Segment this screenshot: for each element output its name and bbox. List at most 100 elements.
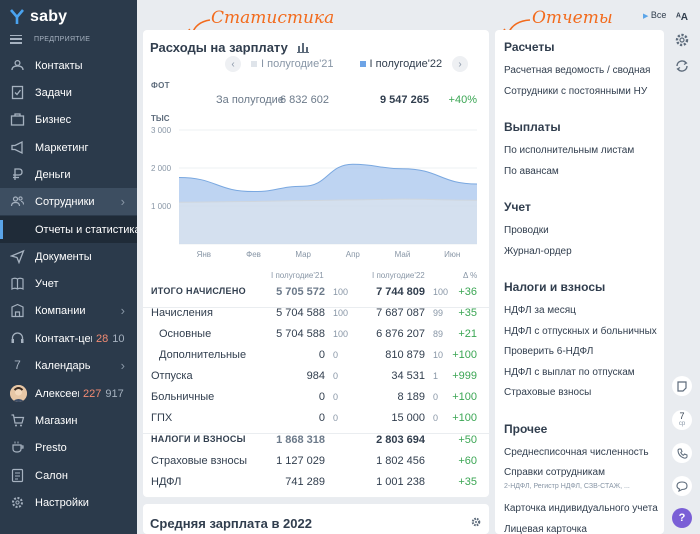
table-row[interactable]: Основные 5 704 588 100 6 876 207 89 +21 <box>143 328 489 348</box>
chat-icon[interactable] <box>672 476 692 496</box>
report-link[interactable]: Журнал-ордер <box>504 246 572 257</box>
row-prev-percent: 100 <box>333 329 349 339</box>
nav-item-megaphone[interactable]: Маркетинг <box>0 134 137 161</box>
table-row[interactable]: НДФЛ 741 289 1 001 238 +35 <box>143 476 489 496</box>
nav-item-employees[interactable]: Сотрудники › <box>0 188 137 215</box>
row-delta: +60 <box>458 455 477 467</box>
nav-item-calendar[interactable]: 7 Календарь › <box>0 352 137 379</box>
refresh-icon[interactable] <box>674 58 690 74</box>
nav-item-companies[interactable]: Компании › <box>0 297 137 324</box>
report-link[interactable]: Карточка индивидуального учета <box>504 503 658 514</box>
nav-label: Бизнес <box>35 113 72 126</box>
nav-item-briefcase[interactable]: Бизнес <box>0 106 137 133</box>
nav-label: Задачи <box>35 86 72 99</box>
saby-logo-icon <box>10 9 24 24</box>
note-icon[interactable] <box>672 376 692 396</box>
row-label: ИТОГО НАЧИСЛЕНО <box>151 286 246 296</box>
font-size-icon[interactable]: ᴬA <box>673 8 691 26</box>
report-section-title: Налоги и взносы <box>504 280 606 294</box>
report-link[interactable]: Проверить 6-НДФЛ <box>504 346 593 357</box>
table-row[interactable]: Отпуска 984 0 34 531 1 +999 <box>143 370 489 390</box>
row-cur-percent: 99 <box>433 308 444 318</box>
report-link-subnote: 2-НДФЛ, Регистр НДФЛ, СЗВ-СТАЖ, ... <box>504 483 630 490</box>
nav-item-settings[interactable]: Настройки <box>0 489 137 516</box>
nav-label: Алексеев <box>35 387 79 400</box>
x-tick-label: Фев <box>246 250 261 259</box>
row-prev-percent: 100 <box>333 287 349 297</box>
row-prev-value: 5 705 572 <box>276 286 325 298</box>
company-switcher[interactable]: ПРЕДПРИЯТИЕ <box>10 33 90 45</box>
next-period-button[interactable]: › <box>452 56 469 72</box>
report-link[interactable]: Проводки <box>504 225 549 236</box>
nav-label: Документы <box>35 250 92 263</box>
calendar-mini-icon[interactable]: 7 ср <box>672 410 692 430</box>
table-row[interactable]: Дополнительные 0 0 810 879 10 +100 <box>143 349 489 369</box>
row-prev-value: 984 <box>306 370 325 382</box>
report-link[interactable]: НДФЛ с выплат по отпускам <box>504 367 635 378</box>
report-link[interactable]: Страховые взносы <box>504 387 591 398</box>
row-cur-value: 7 744 809 <box>376 286 425 298</box>
stats-title: Расходы на зарплату <box>150 40 310 55</box>
nav-count-total: 10 <box>112 332 125 345</box>
table-row[interactable]: Страховые взносы 1 127 029 1 802 456 +60 <box>143 455 489 475</box>
chart-toggle-icon[interactable] <box>297 42 310 53</box>
report-link[interactable]: НДФЛ за месяц <box>504 305 576 316</box>
report-link[interactable]: Расчетная ведомость / сводная <box>504 65 650 76</box>
employees-icon <box>10 194 25 209</box>
report-link[interactable]: Среднесписочная численность <box>504 447 649 458</box>
x-tick-label: Апр <box>346 250 361 259</box>
nav-item-ruble[interactable]: Деньги <box>0 161 137 188</box>
contact-center-icon <box>10 331 25 346</box>
row-label: Больничные <box>151 391 215 403</box>
active-indicator <box>0 220 3 239</box>
phone-icon[interactable] <box>672 443 692 463</box>
row-label: ГПХ <box>151 412 173 424</box>
nav-item-item-6[interactable]: Отчеты и статистика <box>0 216 137 243</box>
report-link[interactable]: По авансам <box>504 166 559 177</box>
table-row[interactable]: ГПХ 0 0 15 000 0 +100 <box>143 412 489 432</box>
prev-period-button[interactable]: ‹ <box>225 56 241 72</box>
report-link[interactable]: Сотрудники с постоянными НУ <box>504 86 647 97</box>
ledger-icon <box>10 276 25 291</box>
row-delta: +100 <box>452 349 477 361</box>
row-cur-percent: 1 <box>433 371 439 381</box>
row-prev-value: 0 <box>318 412 325 424</box>
row-cur-value: 34 531 <box>391 370 425 382</box>
table-row[interactable]: ИТОГО НАЧИСЛЕНО 5 705 572 100 7 744 809 100 +… <box>143 286 489 306</box>
show-all-toggle[interactable]: ▶ Все <box>643 10 666 20</box>
report-link[interactable]: Лицевая карточка <box>504 524 587 534</box>
brand[interactable]: saby <box>10 7 67 27</box>
table-row[interactable]: Начисления 5 704 588 100 7 687 087 99 +35 <box>143 307 489 327</box>
nav-item-shop[interactable]: Магазин <box>0 407 137 434</box>
row-prev-value: 5 704 588 <box>276 328 325 340</box>
period-switcher: ‹ I полугодие'21 I полугодие'22 › <box>225 56 469 72</box>
legend-cur[interactable]: I полугодие'22 <box>359 58 442 70</box>
report-section-title: Прочее <box>504 421 548 436</box>
report-link[interactable]: Справки сотрудникам <box>504 467 605 478</box>
nav-item-contact-center[interactable]: Контакт-центр 2810 <box>0 325 137 352</box>
table-row[interactable]: НАЛОГИ И ВЗНОСЫ 1 868 318 2 803 694 +50 <box>143 434 489 454</box>
row-cur-percent: 0 <box>433 392 439 402</box>
row-prev-percent: 0 <box>333 371 339 381</box>
report-link[interactable]: По исполнительным листам <box>504 145 634 156</box>
legend-prev-swatch <box>251 61 257 68</box>
row-label: Начисления <box>151 307 213 319</box>
nav-item-presto[interactable]: Presto <box>0 434 137 461</box>
legend-prev[interactable]: I полугодие'21 <box>251 58 334 70</box>
legend-cur-swatch <box>359 61 366 68</box>
nav-item-contacts[interactable]: Контакты <box>0 52 137 79</box>
contacts-icon <box>10 58 25 73</box>
nav-item-item-12[interactable]: Алексеев 227 917 <box>0 380 137 407</box>
nav-item-ledger[interactable]: Учет <box>0 270 137 297</box>
report-link[interactable]: НДФЛ с отпускных и больничных <box>504 326 657 337</box>
table-row[interactable]: Больничные 0 0 8 189 0 +100 <box>143 391 489 411</box>
nav-item-send[interactable]: Документы <box>0 243 137 270</box>
menu-icon[interactable] <box>10 34 22 44</box>
x-tick-label: Мар <box>295 250 311 259</box>
row-prev-percent: 0 <box>333 392 339 402</box>
nav-item-tasks[interactable]: Задачи <box>0 79 137 106</box>
help-button[interactable]: ? <box>672 508 692 528</box>
settings-gear-icon[interactable] <box>674 32 690 48</box>
nav-item-salon[interactable]: Салон <box>0 462 137 489</box>
gear-icon[interactable] <box>471 517 481 527</box>
